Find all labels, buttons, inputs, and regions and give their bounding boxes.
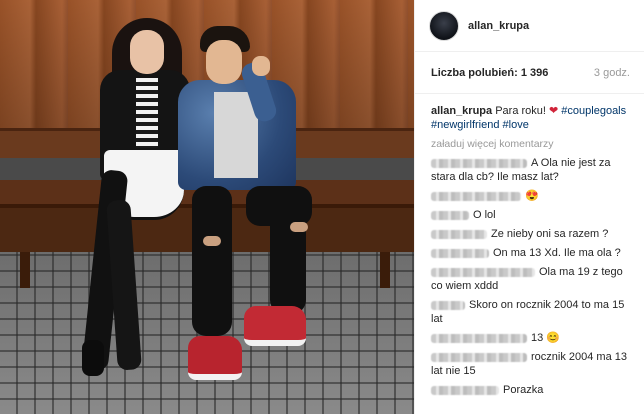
heart-icon: ❤	[549, 105, 559, 117]
comment: Ze nieby oni sa razem ?	[431, 227, 630, 241]
hashtag-link[interactable]: #newgirlfriend	[431, 119, 499, 131]
header-username[interactable]: allan_krupa	[468, 20, 529, 32]
ripped-knee	[290, 222, 308, 232]
caption-text: Para roku!	[495, 105, 546, 117]
load-more-comments-link[interactable]: załaduj więcej komentarzy	[431, 138, 630, 150]
comment: 13 😊	[431, 331, 630, 345]
post-header: allan_krupa	[415, 0, 644, 52]
bench-leg	[380, 252, 390, 288]
boy-leg	[192, 186, 232, 336]
likes-count[interactable]: Liczba polubień: 1 396	[431, 67, 548, 79]
avatar[interactable]	[429, 10, 459, 41]
comment: Skoro on rocznik 2004 to ma 15 lat	[431, 298, 630, 326]
blurred-username[interactable]	[431, 267, 535, 277]
boy-face	[206, 40, 242, 84]
comments-list: allan_krupa Para roku! ❤ #couplegoals #n…	[415, 94, 644, 412]
comment: rocznik 2004 ma 13 lat nie 15	[431, 350, 630, 378]
blurred-username[interactable]	[431, 385, 499, 395]
post-side-panel: allan_krupa Liczba polubień: 1 396 3 god…	[414, 0, 644, 414]
comment: Ola ma 19 z tego co wiem xddd	[431, 265, 630, 293]
comment-text: 13	[531, 332, 544, 344]
blurred-username[interactable]	[431, 248, 489, 258]
blurred-username[interactable]	[431, 333, 527, 343]
likes-row: Liczba polubień: 1 396 3 godz.	[415, 52, 644, 94]
caption: allan_krupa Para roku! ❤ #couplegoals #n…	[431, 104, 630, 132]
comment: A Ola nie jest za stara dla cb? Ile masz…	[431, 156, 630, 184]
comment-text: O lol	[473, 209, 496, 221]
post-photo[interactable]	[0, 0, 414, 414]
ripped-knee	[203, 236, 221, 246]
blurred-username[interactable]	[431, 158, 527, 168]
comment: On ma 13 Xd. Ile ma ola ?	[431, 246, 630, 260]
comment: Porazka	[431, 383, 630, 397]
comment: 😍	[431, 189, 630, 203]
comment: O lol	[431, 208, 630, 222]
bench-leg	[20, 252, 30, 288]
blurred-username[interactable]	[431, 210, 469, 220]
caption-author[interactable]: allan_krupa	[431, 105, 492, 117]
comment-text: Porazka	[503, 384, 544, 396]
girl-face	[130, 30, 164, 74]
comment-text: Ze nieby oni sa razem ?	[491, 228, 609, 240]
girl-boot	[82, 340, 104, 376]
blurred-username[interactable]	[431, 352, 527, 362]
emoji-icon: 😍	[525, 190, 539, 202]
emoji-icon: 😊	[546, 332, 561, 344]
red-sneaker	[188, 336, 242, 380]
post-time[interactable]: 3 godz.	[594, 67, 630, 79]
blurred-username[interactable]	[431, 300, 465, 310]
red-sneaker	[244, 306, 306, 346]
girl-striped-top	[136, 78, 158, 148]
comment-text: On ma 13 Xd. Ile ma ola ?	[493, 247, 621, 259]
blurred-username[interactable]	[431, 191, 521, 201]
hashtag-link[interactable]: #love	[503, 119, 529, 131]
instagram-post: allan_krupa Liczba polubień: 1 396 3 god…	[0, 0, 644, 414]
boy-hand	[252, 56, 270, 76]
hashtag-link[interactable]: #couplegoals	[561, 105, 626, 117]
blurred-username[interactable]	[431, 229, 487, 239]
